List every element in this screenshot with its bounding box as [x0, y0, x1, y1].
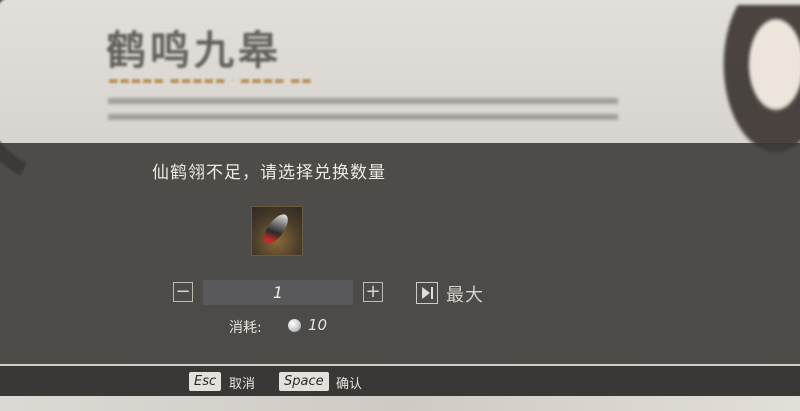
- plus-icon: +: [365, 281, 381, 302]
- background-floor: [0, 395, 800, 411]
- dialog-prompt: 仙鹤翎不足，请选择兑换数量: [152, 163, 386, 183]
- skip-to-end-icon: [422, 287, 433, 299]
- cost-value: 10: [308, 316, 328, 334]
- decrease-quantity-button[interactable]: −: [173, 282, 193, 302]
- max-quantity-button[interactable]: [416, 282, 438, 304]
- cancel-button[interactable]: 取消: [229, 373, 255, 392]
- minus-icon: −: [175, 281, 191, 302]
- cost-label: 消耗:: [229, 320, 262, 336]
- pearl-currency-icon: [288, 319, 301, 332]
- increase-quantity-button[interactable]: +: [363, 282, 383, 302]
- space-keycap: Space: [279, 372, 329, 391]
- quantity-input[interactable]: 1: [203, 280, 353, 305]
- confirm-button[interactable]: 确认: [336, 373, 362, 392]
- background-subtitle-blur: ▬▬▬▬▬ ▬▬▬▬▬ · ▬▬▬▬ ▬▬: [108, 74, 313, 87]
- max-quantity-label[interactable]: 最大: [446, 281, 484, 307]
- background-title: 鹤鸣九皋: [106, 27, 282, 74]
- exchange-dialog: [0, 143, 800, 364]
- esc-keycap: Esc: [189, 372, 222, 391]
- background-description-blur: [108, 98, 618, 130]
- key-hint-bar: [0, 366, 800, 396]
